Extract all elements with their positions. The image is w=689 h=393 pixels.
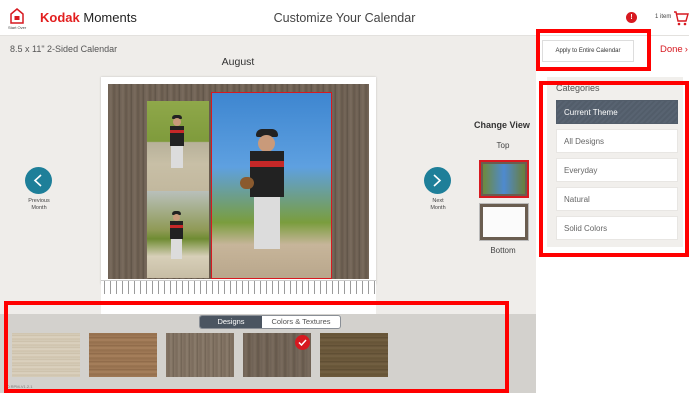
chevron-right-icon: › bbox=[684, 44, 688, 55]
top-view-thumbnail[interactable] bbox=[479, 160, 529, 198]
cart-button[interactable] bbox=[673, 10, 689, 31]
done-button[interactable]: Done › bbox=[660, 44, 688, 55]
bottom-view-label: Bottom bbox=[490, 246, 516, 255]
start-over-label: Start Over bbox=[8, 25, 27, 30]
calendar-preview bbox=[101, 77, 376, 284]
month-title: August bbox=[221, 56, 255, 68]
previous-label-line2: Month bbox=[31, 205, 47, 211]
photo-slot-main[interactable] bbox=[211, 92, 332, 279]
previous-month-label: Previous Month bbox=[22, 198, 56, 212]
next-label-line2: Month bbox=[430, 205, 446, 211]
bottom-view-thumbnail[interactable] bbox=[479, 203, 529, 241]
change-view-title: Change View bbox=[474, 120, 530, 130]
highlight-design-tray bbox=[4, 301, 509, 393]
calendar-size-label: 8.5 x 11" 2-Sided Calendar bbox=[10, 44, 118, 54]
previous-month-button[interactable] bbox=[25, 167, 52, 194]
wood-background[interactable] bbox=[108, 84, 369, 279]
highlight-apply-button bbox=[536, 29, 651, 71]
cart-count[interactable]: 1 item bbox=[655, 14, 671, 20]
cart-icon bbox=[674, 11, 689, 26]
next-label-line1: Next bbox=[432, 198, 444, 204]
photo-slot-top-left[interactable] bbox=[147, 101, 209, 191]
highlight-categories bbox=[539, 81, 689, 257]
chevron-right-icon bbox=[433, 174, 442, 187]
calendar-binding bbox=[101, 280, 376, 294]
chevron-left-icon bbox=[33, 174, 42, 187]
next-month-label: Next Month bbox=[421, 198, 455, 212]
alert-badge[interactable]: ! bbox=[626, 12, 637, 23]
next-month-button[interactable] bbox=[424, 167, 451, 194]
top-view-label: Top bbox=[496, 141, 510, 150]
done-label: Done bbox=[660, 44, 683, 55]
previous-label-line1: Previous bbox=[28, 198, 50, 204]
page-title: Customize Your Calendar bbox=[273, 11, 416, 25]
photo-slot-bottom-left[interactable] bbox=[147, 191, 209, 278]
